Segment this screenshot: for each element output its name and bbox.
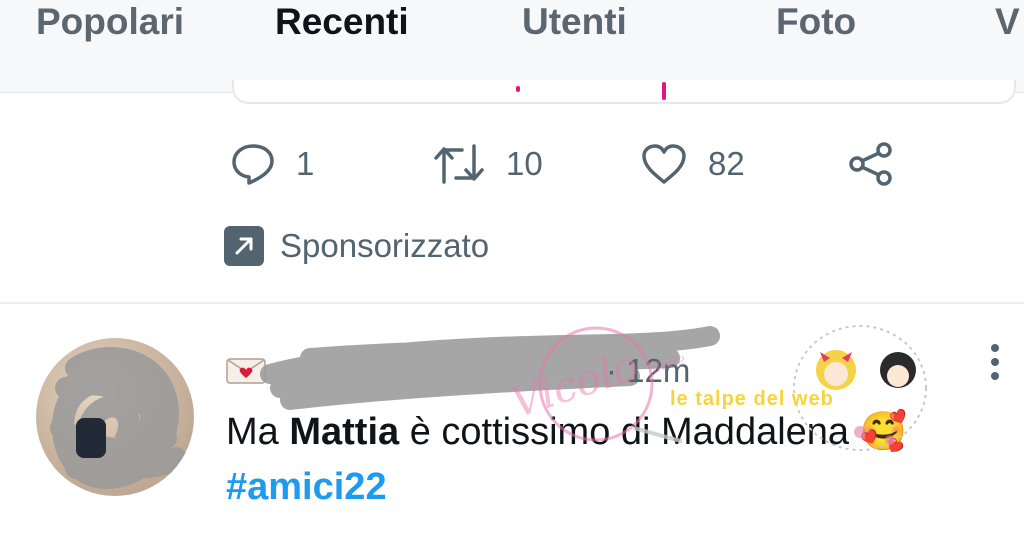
watermark-talpe-text: le talpe del web — [670, 388, 834, 410]
tab-utenti[interactable]: Utenti — [522, 0, 627, 44]
card-image-remnant — [516, 86, 520, 92]
share-icon — [848, 141, 894, 187]
tab-recenti[interactable]: Recenti — [275, 0, 409, 44]
card-image-remnant — [662, 82, 666, 100]
heart-icon — [640, 142, 688, 186]
share-button[interactable] — [848, 140, 894, 188]
avatar[interactable] — [36, 338, 194, 496]
reply-button[interactable]: 1 — [230, 140, 314, 188]
avatar-redaction-scribble — [50, 347, 187, 489]
tweet-text-pre: Ma — [226, 411, 290, 453]
previous-card-edge — [232, 80, 1016, 104]
retweet-icon — [432, 142, 486, 186]
tweet-text-bold-name: Mattia — [289, 411, 400, 453]
reply-count: 1 — [296, 145, 315, 182]
sponsored-text: Sponsorizzato — [280, 227, 490, 264]
hashtag-link[interactable]: #amici22 — [226, 466, 387, 509]
retweet-button[interactable]: 10 — [432, 140, 543, 188]
promoted-arrow-icon — [224, 226, 264, 266]
like-count: 82 — [708, 145, 745, 182]
tab-video[interactable]: V — [995, 0, 1020, 44]
tab-popolari[interactable]: Popolari — [36, 0, 184, 44]
promoted-label: Sponsorizzato — [224, 226, 489, 266]
tweet-divider — [0, 302, 1024, 304]
retweet-count: 10 — [506, 145, 543, 182]
more-options-icon[interactable] — [988, 342, 1002, 387]
reply-icon — [230, 142, 276, 186]
tab-foto[interactable]: Foto — [776, 0, 856, 44]
like-button[interactable]: 82 — [640, 140, 745, 188]
